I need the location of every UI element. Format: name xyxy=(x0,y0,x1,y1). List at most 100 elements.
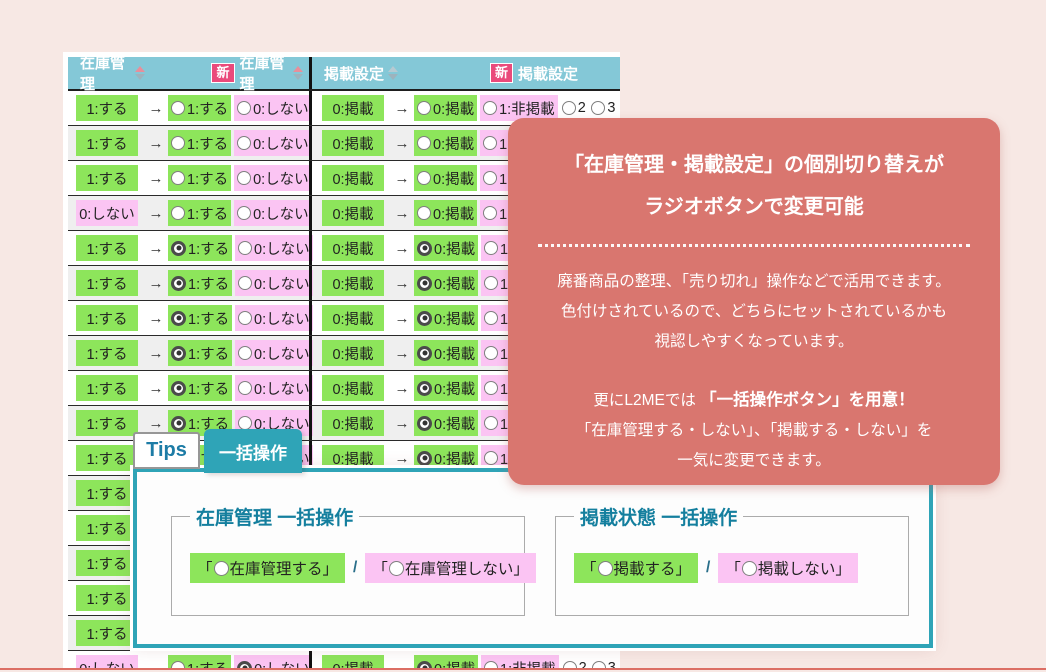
radio-icon xyxy=(171,416,186,431)
radio-stock-off[interactable]: 0:しない xyxy=(234,655,312,668)
publish-current-value: 0:掲載 xyxy=(322,130,384,156)
stock-current-value: 1:する xyxy=(76,515,138,541)
radio-icon xyxy=(484,451,498,465)
radio-stock-on[interactable]: 1:する xyxy=(168,340,232,366)
header-stock-group: 在庫管理 新 在庫管理 xyxy=(68,57,309,89)
stock-current-value: 1:する xyxy=(76,165,138,191)
radio-publish-on[interactable]: 0:掲載 xyxy=(414,655,478,668)
stock-cell-group: 1:する→1:する0:しない xyxy=(68,161,309,195)
arrow-icon: → xyxy=(144,100,168,117)
radio-stock-off[interactable]: 0:しない xyxy=(234,95,312,121)
radio-stock-off[interactable]: 0:しない xyxy=(235,305,313,331)
stock-bulk-buttons: 「 在庫管理する 」 / 「 在庫管理しない 」 xyxy=(190,553,524,583)
sort-icon[interactable] xyxy=(135,66,145,80)
radio-publish-on[interactable]: 0:掲載 xyxy=(414,340,478,366)
radio-stock-off[interactable]: 0:しない xyxy=(235,375,313,401)
radio-stock-on[interactable]: 1:する xyxy=(168,270,232,296)
sort-icon[interactable] xyxy=(293,66,303,80)
arrow-icon: → xyxy=(390,415,414,432)
arrow-icon: → xyxy=(390,170,414,187)
stock-current-value: 1:する xyxy=(76,445,138,471)
stock-current-value: 1:する xyxy=(76,585,138,611)
radio-publish-on[interactable]: 0:掲載 xyxy=(414,305,478,331)
stock-cell-group: 1:する→1:する0:しない xyxy=(68,301,309,335)
radio-publish-on[interactable]: 0:掲載 xyxy=(414,165,477,191)
radio-icon xyxy=(483,171,497,185)
sort-icon[interactable] xyxy=(388,66,398,80)
radio-icon xyxy=(598,561,613,576)
arrow-icon: → xyxy=(390,380,414,397)
radio-icon xyxy=(417,311,432,326)
radio-stock-off[interactable]: 0:しない xyxy=(235,340,313,366)
radio-icon xyxy=(562,101,576,115)
radio-icon xyxy=(417,101,431,115)
radio-icon xyxy=(237,661,252,669)
radio-publish-on[interactable]: 0:掲載 xyxy=(414,410,478,436)
radio-stock-off[interactable]: 0:しない xyxy=(234,165,312,191)
arrow-icon: → xyxy=(144,135,168,152)
radio-icon xyxy=(238,241,252,255)
stock-cell-group: 1:する→1:する0:しない xyxy=(68,126,309,160)
radio-publish-off[interactable]: 1:非掲載 xyxy=(481,655,559,668)
radio-stock-on[interactable]: 1:する xyxy=(168,165,231,191)
radio-icon xyxy=(417,661,432,669)
stock-cell-group: 1:する→1:する0:しない xyxy=(68,91,309,125)
publish-current-value: 0:掲載 xyxy=(322,655,384,668)
radio-icon xyxy=(171,101,185,115)
radio-publish-2[interactable]: 2 xyxy=(562,655,588,668)
tab-tips[interactable]: Tips xyxy=(133,432,200,469)
radio-icon xyxy=(171,136,185,150)
publish-cell-group: 0:掲載→0:掲載1:非掲載23 xyxy=(309,651,620,668)
bulk-stock-off-button[interactable]: 「 在庫管理しない 」 xyxy=(365,553,536,583)
tab-bulk-operations[interactable]: 一括操作 xyxy=(204,429,302,473)
arrow-icon: → xyxy=(144,170,168,187)
radio-icon xyxy=(171,381,186,396)
radio-publish-on[interactable]: 0:掲載 xyxy=(414,235,478,261)
arrow-icon: → xyxy=(390,205,414,222)
stock-bulk-legend: 在庫管理 一括操作 xyxy=(190,503,359,530)
radio-publish-on[interactable]: 0:掲載 xyxy=(414,270,478,296)
arrow-icon: → xyxy=(390,310,414,327)
radio-stock-on[interactable]: 1:する xyxy=(168,130,231,156)
radio-icon xyxy=(484,311,498,325)
radio-icon xyxy=(417,381,432,396)
radio-stock-off[interactable]: 0:しない xyxy=(234,130,312,156)
bulk-stock-on-button[interactable]: 「 在庫管理する 」 xyxy=(190,553,345,583)
stock-current-value: 1:する xyxy=(76,550,138,576)
column-header-stock: 在庫管理 xyxy=(80,52,131,94)
radio-stock-off[interactable]: 0:しない xyxy=(235,235,313,261)
radio-stock-on[interactable]: 1:する xyxy=(168,235,232,261)
radio-stock-on[interactable]: 1:する xyxy=(168,95,231,121)
radio-icon xyxy=(592,661,606,668)
stock-current-value: 1:する xyxy=(76,340,138,366)
radio-stock-on[interactable]: 1:する xyxy=(168,375,232,401)
radio-stock-off[interactable]: 0:しない xyxy=(235,270,313,296)
radio-stock-on[interactable]: 1:する xyxy=(168,655,231,668)
dotted-divider xyxy=(538,244,970,247)
bulk-operations-panel: 在庫管理 一括操作 「 在庫管理する 」 / 「 在庫管理しない 」 掲載状態 … xyxy=(133,468,933,648)
publish-bulk-fieldset: 掲載状態 一括操作 「 掲載する 」 / 「 掲載しない 」 xyxy=(555,516,909,616)
bulk-publish-off-button[interactable]: 「 掲載しない 」 xyxy=(718,553,858,583)
radio-icon xyxy=(171,241,186,256)
radio-icon xyxy=(484,416,498,430)
arrow-icon: → xyxy=(390,275,414,292)
radio-stock-off[interactable]: 0:しない xyxy=(234,200,312,226)
stock-bulk-fieldset: 在庫管理 一括操作 「 在庫管理する 」 / 「 在庫管理しない 」 xyxy=(171,516,525,616)
radio-publish-on[interactable]: 0:掲載 xyxy=(414,130,477,156)
radio-icon xyxy=(417,206,431,220)
radio-icon xyxy=(591,101,605,115)
column-header-stock-new: 在庫管理 xyxy=(240,52,291,94)
radio-icon xyxy=(238,416,252,430)
publish-current-value: 0:掲載 xyxy=(322,95,384,121)
radio-stock-on[interactable]: 1:する xyxy=(168,200,231,226)
radio-stock-on[interactable]: 1:する xyxy=(168,305,232,331)
radio-icon xyxy=(238,311,252,325)
radio-publish-on[interactable]: 0:掲載 xyxy=(414,200,477,226)
radio-icon xyxy=(484,381,498,395)
radio-publish-on[interactable]: 0:掲載 xyxy=(414,375,478,401)
stock-current-value: 1:する xyxy=(76,305,138,331)
feature-callout: 「在庫管理・掲載設定」の個別切り替えが ラジオボタンで変更可能 廃番商品の整理、… xyxy=(508,118,1000,485)
bulk-publish-on-button[interactable]: 「 掲載する 」 xyxy=(574,553,698,583)
radio-publish-on[interactable]: 0:掲載 xyxy=(414,95,477,121)
radio-publish-3[interactable]: 3 xyxy=(591,655,617,668)
